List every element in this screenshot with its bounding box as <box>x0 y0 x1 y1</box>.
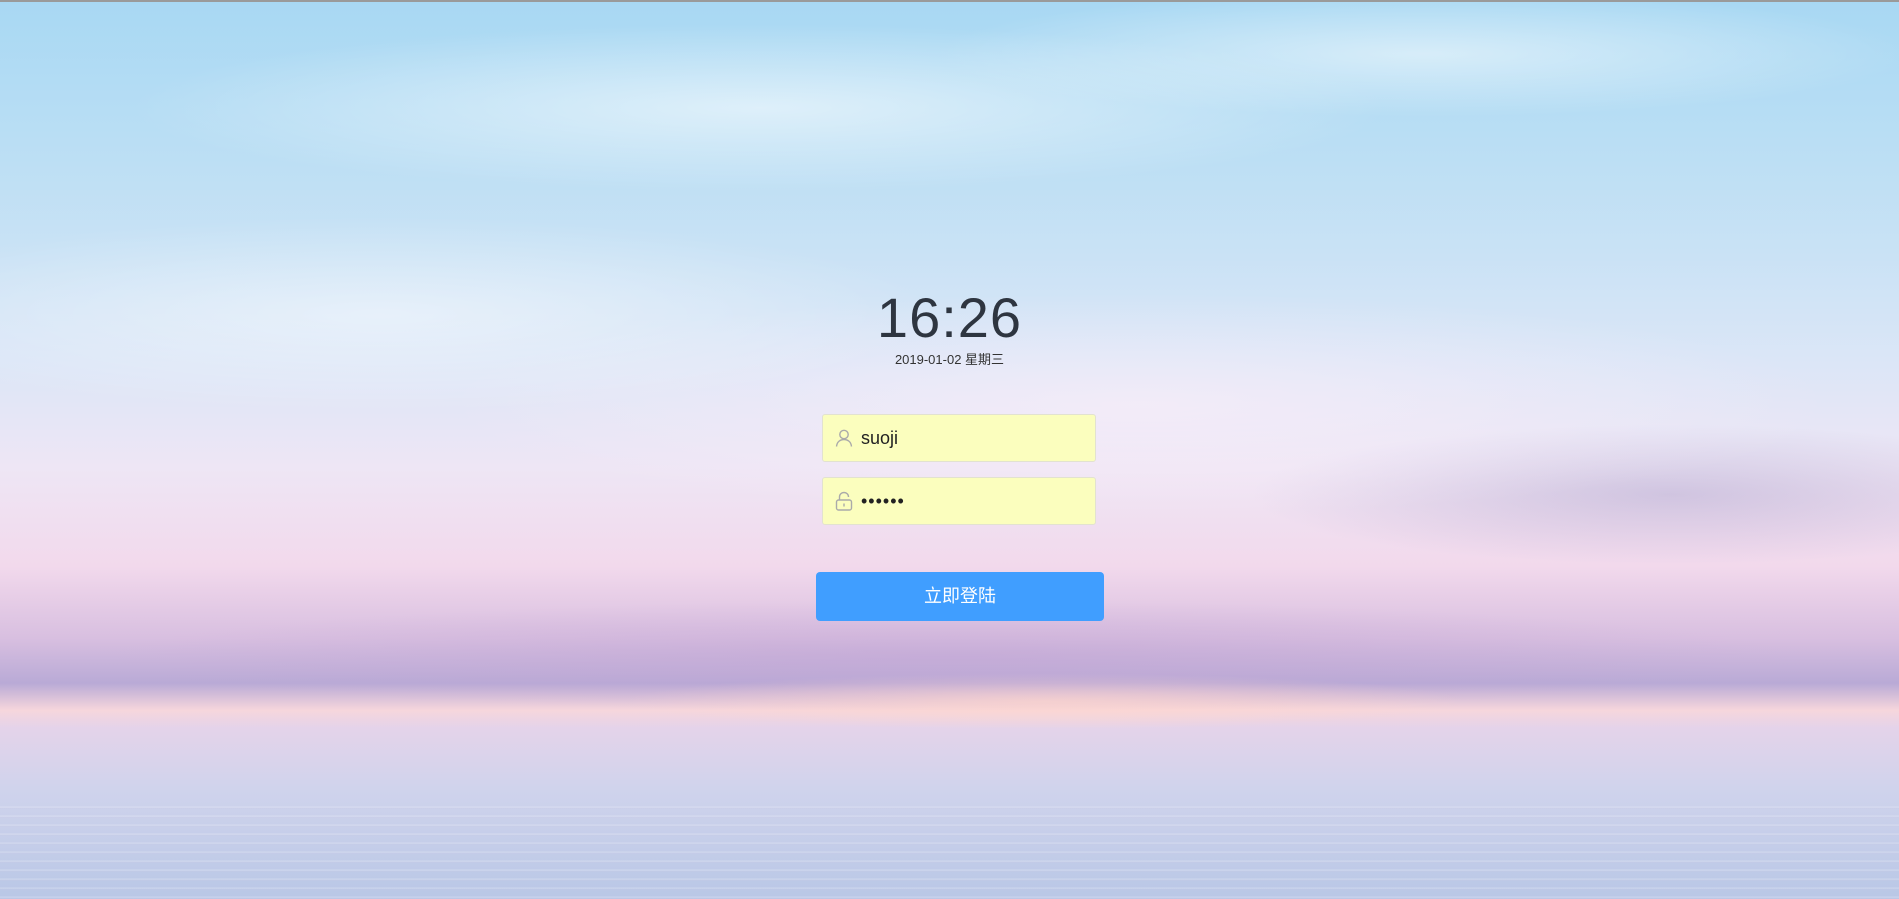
password-value: •••••• <box>861 491 905 511</box>
background-sea <box>0 800 1899 899</box>
lock-icon <box>833 490 855 512</box>
user-icon <box>833 427 855 449</box>
login-button[interactable]: 立即登陆 <box>816 572 1104 621</box>
username-field[interactable]: suoji <box>822 414 1096 462</box>
top-border <box>0 0 1899 2</box>
login-page: 16:26 2019-01-02 星期三 suoji •••••• 立即登陆 <box>0 0 1899 899</box>
clock-date: 2019-01-02 星期三 <box>894 352 1005 367</box>
clock-time: 16:26 <box>876 286 1023 349</box>
password-field[interactable]: •••••• <box>822 477 1096 525</box>
username-value: suoji <box>861 428 899 448</box>
